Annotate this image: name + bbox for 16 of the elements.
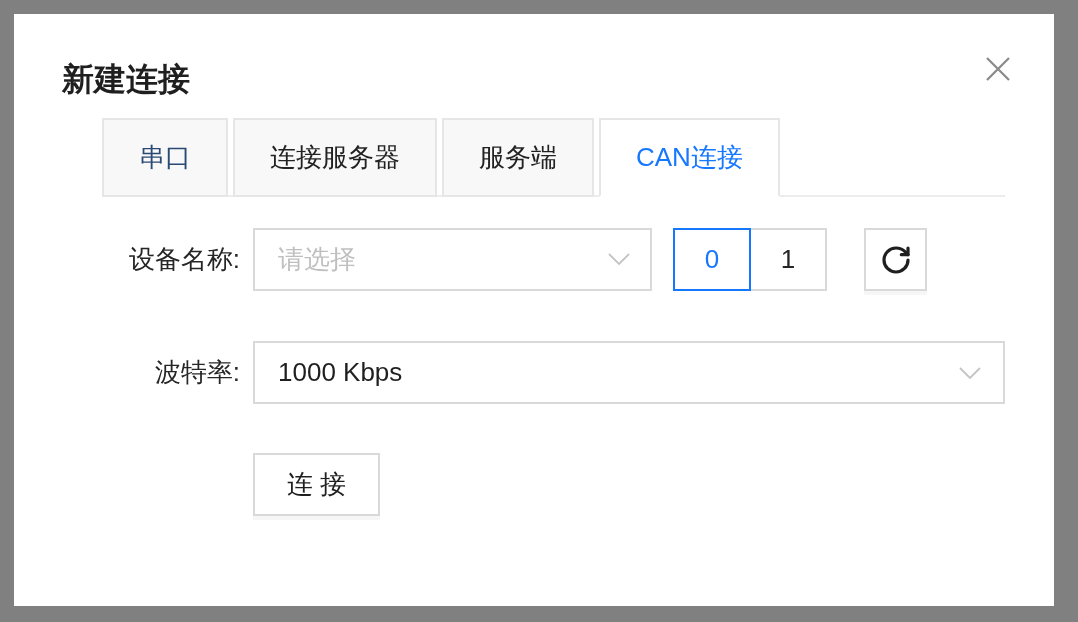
close-icon	[986, 57, 1010, 81]
device-select[interactable]: 请选择	[253, 228, 652, 291]
field-label: 波特率:	[153, 356, 240, 389]
field-label: 设备名称:	[127, 243, 240, 276]
close-button[interactable]	[984, 55, 1012, 83]
tab[interactable]: 串口	[102, 118, 228, 197]
channel-option[interactable]: 0	[673, 228, 751, 291]
baud-rate-select[interactable]: 1000 Kbps	[253, 341, 1005, 404]
chevron-down-icon	[608, 253, 630, 265]
refresh-icon	[879, 243, 912, 276]
tab[interactable]: CAN连接	[599, 118, 780, 197]
chevron-down-icon	[959, 366, 981, 379]
tab[interactable]: 服务端	[442, 118, 594, 197]
dialog-title: 新建连接	[62, 61, 190, 97]
tab[interactable]: 连接服务器	[233, 118, 437, 197]
channel-option[interactable]: 1	[749, 228, 827, 291]
